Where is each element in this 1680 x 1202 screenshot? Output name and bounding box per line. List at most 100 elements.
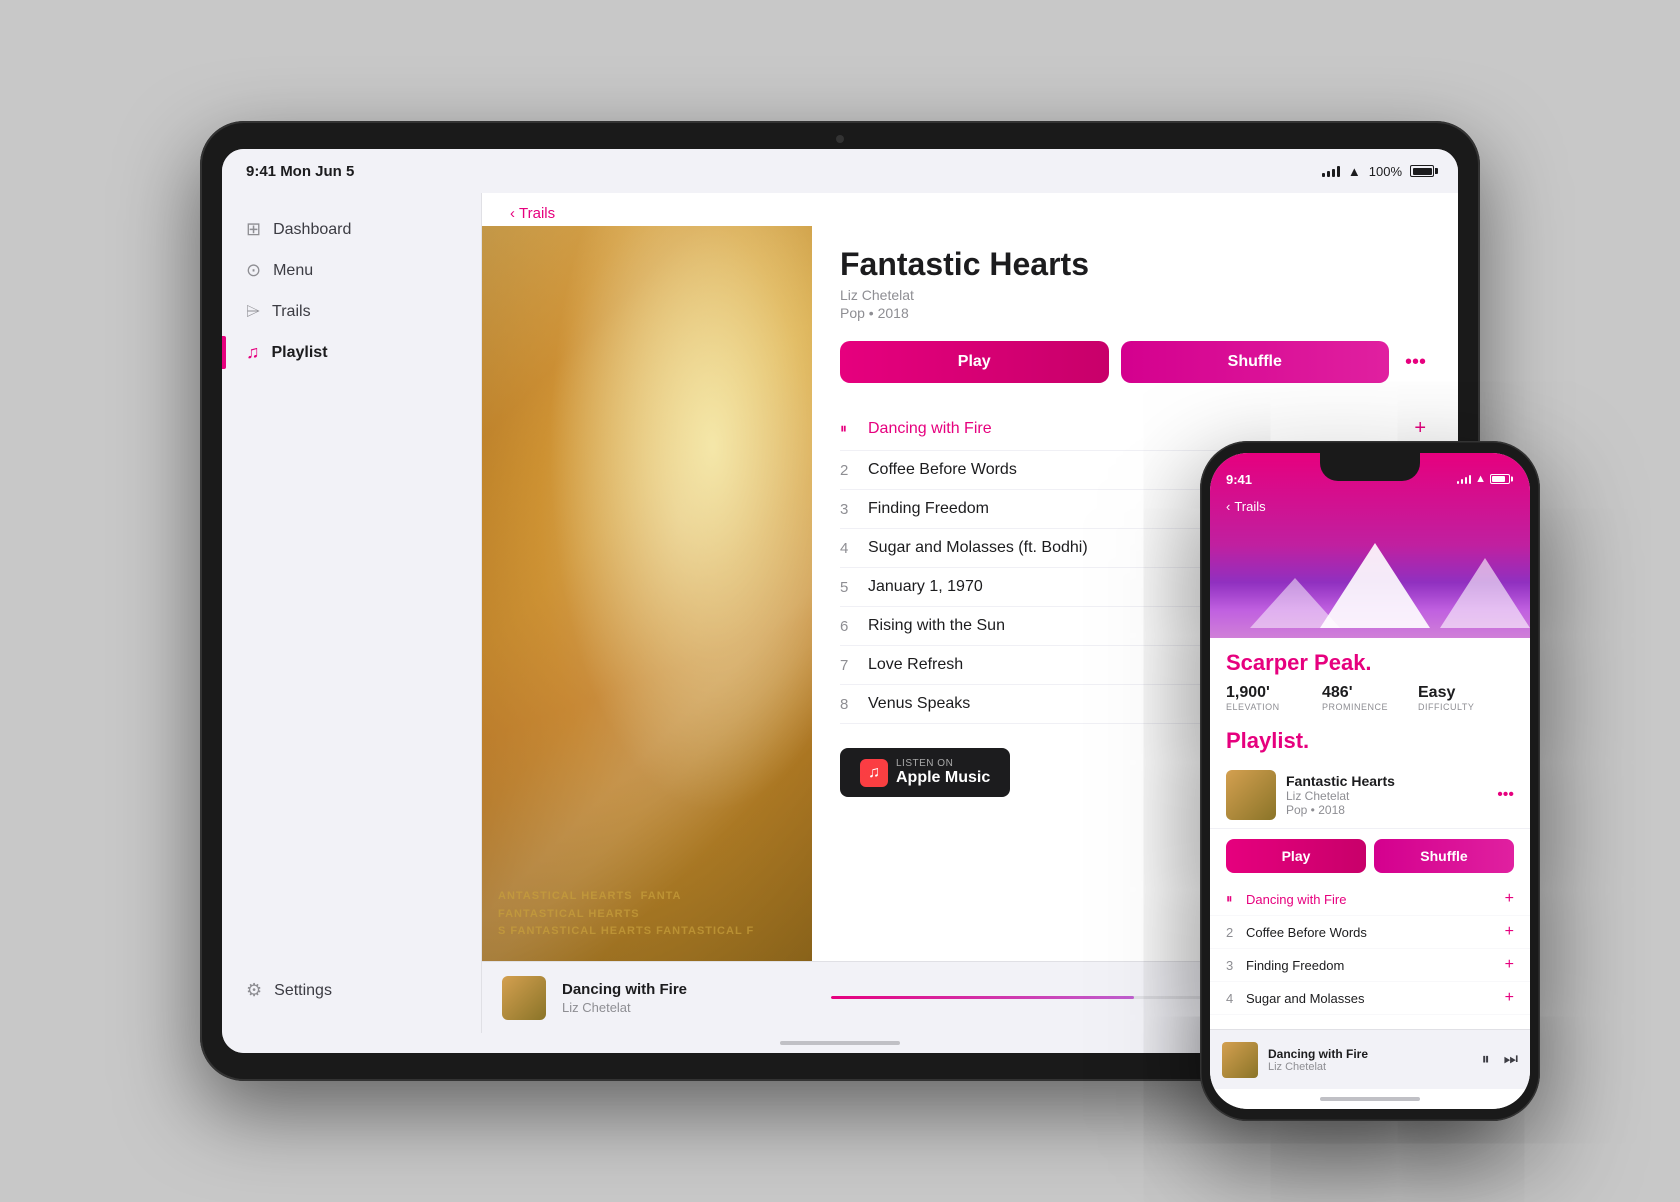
sidebar-item-trails[interactable]: ⌲ Trails <box>222 291 481 332</box>
apple-music-label: Apple Music <box>896 769 990 787</box>
iphone-track-add-4[interactable]: + <box>1505 989 1514 1007</box>
iphone-notch <box>1320 453 1420 481</box>
play-button[interactable]: Play <box>840 341 1109 383</box>
iphone-pause-button[interactable]: ⏸ <box>1482 1051 1490 1069</box>
iphone-back-nav[interactable]: ‹ Trails <box>1210 497 1530 518</box>
mountains-illustration <box>1220 528 1520 638</box>
apple-music-text: Listen on Apple Music <box>896 758 990 787</box>
back-nav[interactable]: ‹ Trails <box>482 193 1458 226</box>
track-name-1: Dancing with Fire <box>868 420 1410 438</box>
home-indicator <box>780 1041 900 1045</box>
album-meta: Pop • 2018 <box>840 305 1430 321</box>
prominence-label: Prominence <box>1322 702 1418 712</box>
iphone-stats: 1,900' Elevation 486' Prominence Easy Di… <box>1210 684 1530 724</box>
settings-icon: ⚙ <box>246 980 262 1001</box>
iphone-track-row-2[interactable]: 2 Coffee Before Words + <box>1210 916 1530 949</box>
iphone-status-right: ▲ <box>1457 473 1510 485</box>
iphone-track-num-1: ⏸ <box>1226 891 1246 907</box>
np-title: Dancing with Fire <box>562 981 815 998</box>
track-num-8: 8 <box>840 696 868 713</box>
sidebar-item-playlist[interactable]: ♫ Playlist <box>222 332 481 373</box>
iphone-more-button[interactable]: ••• <box>1497 786 1514 804</box>
track-num-2: 2 <box>840 462 868 479</box>
iphone-stat-prominence: 486' Prominence <box>1322 684 1418 712</box>
status-right: ▲ 100% <box>1322 164 1434 179</box>
settings-item[interactable]: ⚙ Settings <box>246 980 457 1001</box>
more-button[interactable]: ••• <box>1401 351 1430 374</box>
iphone-album-info: Fantastic Hearts Liz Chetelat Pop • 2018 <box>1286 773 1487 817</box>
iphone-home-indicator <box>1320 1097 1420 1101</box>
sidebar-item-menu[interactable]: ⊙ Menu <box>222 250 481 291</box>
elevation-value: 1,900' <box>1226 684 1322 702</box>
iphone-np-info: Dancing with Fire Liz Chetelat <box>1268 1047 1472 1073</box>
difficulty-value: Easy <box>1418 684 1514 702</box>
iphone-time: 9:41 <box>1226 472 1252 487</box>
iphone-play-button[interactable]: Play <box>1226 839 1366 873</box>
iphone-home-indicator-area <box>1210 1089 1530 1109</box>
iphone-trail-title: Scarper Peak. <box>1210 638 1530 684</box>
iphone-track-name-4: Sugar and Molasses <box>1246 991 1505 1006</box>
iphone-track-num-4: 4 <box>1226 991 1246 1006</box>
album-art-watermark: ANTASTICAL HEARTS FANTA FANTASTICAL HEAR… <box>482 888 770 941</box>
iphone-back-chevron-icon: ‹ <box>1226 499 1230 514</box>
iphone-np-artist: Liz Chetelat <box>1268 1061 1472 1073</box>
iphone-screen: 9:41 ▲ ‹ <box>1210 453 1530 1109</box>
np-info: Dancing with Fire Liz Chetelat <box>562 981 815 1015</box>
album-art: ANTASTICAL HEARTS FANTA FANTASTICAL HEAR… <box>482 226 812 961</box>
prominence-value: 486' <box>1322 684 1418 702</box>
sidebar-nav: ⊞ Dashboard ⊙ Menu ⌲ Trails ♫ Playlist <box>222 209 481 964</box>
ipad-status-bar: 9:41 Mon Jun 5 ▲ 100% <box>222 149 1458 193</box>
dashboard-icon: ⊞ <box>246 219 261 240</box>
signal-bars-icon <box>1322 165 1340 177</box>
iphone-now-playing-bar: Dancing with Fire Liz Chetelat ⏸ ⏭ <box>1210 1029 1530 1089</box>
elevation-label: Elevation <box>1226 702 1322 712</box>
sidebar-label-dashboard: Dashboard <box>273 221 351 239</box>
settings-label: Settings <box>274 982 332 1000</box>
menu-icon: ⊙ <box>246 260 261 281</box>
sidebar: ⊞ Dashboard ⊙ Menu ⌲ Trails ♫ Playlist <box>222 193 482 1033</box>
album-artist: Liz Chetelat <box>840 287 1430 303</box>
sidebar-label-trails: Trails <box>272 303 311 321</box>
wifi-icon: ▲ <box>1348 164 1361 179</box>
iphone-track-num-3: 3 <box>1226 958 1246 973</box>
iphone-ff-button[interactable]: ⏭ <box>1504 1051 1518 1069</box>
iphone-shuffle-button[interactable]: Shuffle <box>1374 839 1514 873</box>
shuffle-button[interactable]: Shuffle <box>1121 341 1390 383</box>
track-num-7: 7 <box>840 657 868 674</box>
track-num-3: 3 <box>840 501 868 518</box>
iphone-track-row-3[interactable]: 3 Finding Freedom + <box>1210 949 1530 982</box>
iphone-track-add-1[interactable]: + <box>1505 890 1514 908</box>
iphone-np-title: Dancing with Fire <box>1268 1047 1472 1061</box>
iphone-content: Scarper Peak. 1,900' Elevation 486' Prom… <box>1210 638 1530 1029</box>
iphone-track-row-1[interactable]: ⏸ Dancing with Fire + <box>1210 883 1530 916</box>
sidebar-item-dashboard[interactable]: ⊞ Dashboard <box>222 209 481 250</box>
iphone-playlist-section-title: Playlist. <box>1210 724 1530 762</box>
iphone-wifi-icon: ▲ <box>1475 473 1486 485</box>
iphone-album-thumbnail <box>1226 770 1276 820</box>
apple-music-button[interactable]: ♫ Listen on Apple Music <box>840 748 1010 797</box>
iphone-track-add-3[interactable]: + <box>1505 956 1514 974</box>
track-add-1[interactable]: + <box>1410 417 1430 440</box>
sidebar-label-playlist: Playlist <box>272 344 328 362</box>
iphone-album-title: Fantastic Hearts <box>1286 773 1487 789</box>
status-time: 9:41 Mon Jun 5 <box>246 163 354 180</box>
iphone-signal-icon <box>1457 474 1472 484</box>
iphone-stat-elevation: 1,900' Elevation <box>1226 684 1322 712</box>
ipad-frame: 9:41 Mon Jun 5 ▲ 100% <box>200 121 1480 1081</box>
iphone-track-name-2: Coffee Before Words <box>1246 925 1505 940</box>
track-num-1: ⏸ <box>840 420 868 437</box>
battery-percentage: 100% <box>1369 164 1402 179</box>
iphone-track-list: ⏸ Dancing with Fire + 2 Coffee Before Wo… <box>1210 883 1530 1029</box>
iphone-np-controls: ⏸ ⏭ <box>1482 1051 1518 1069</box>
back-chevron-icon: ‹ <box>510 205 515 222</box>
sidebar-bottom: ⚙ Settings <box>222 964 481 1017</box>
iphone-album-meta: Pop • 2018 <box>1286 803 1487 817</box>
battery-icon <box>1410 165 1434 177</box>
iphone-track-row-4[interactable]: 4 Sugar and Molasses + <box>1210 982 1530 1015</box>
album-title: Fantastic Hearts <box>840 246 1430 283</box>
back-label: Trails <box>519 205 555 222</box>
np-progress-fill <box>831 996 1134 999</box>
difficulty-label: Difficulty <box>1418 702 1514 712</box>
playlist-icon: ♫ <box>246 342 260 363</box>
iphone-track-add-2[interactable]: + <box>1505 923 1514 941</box>
